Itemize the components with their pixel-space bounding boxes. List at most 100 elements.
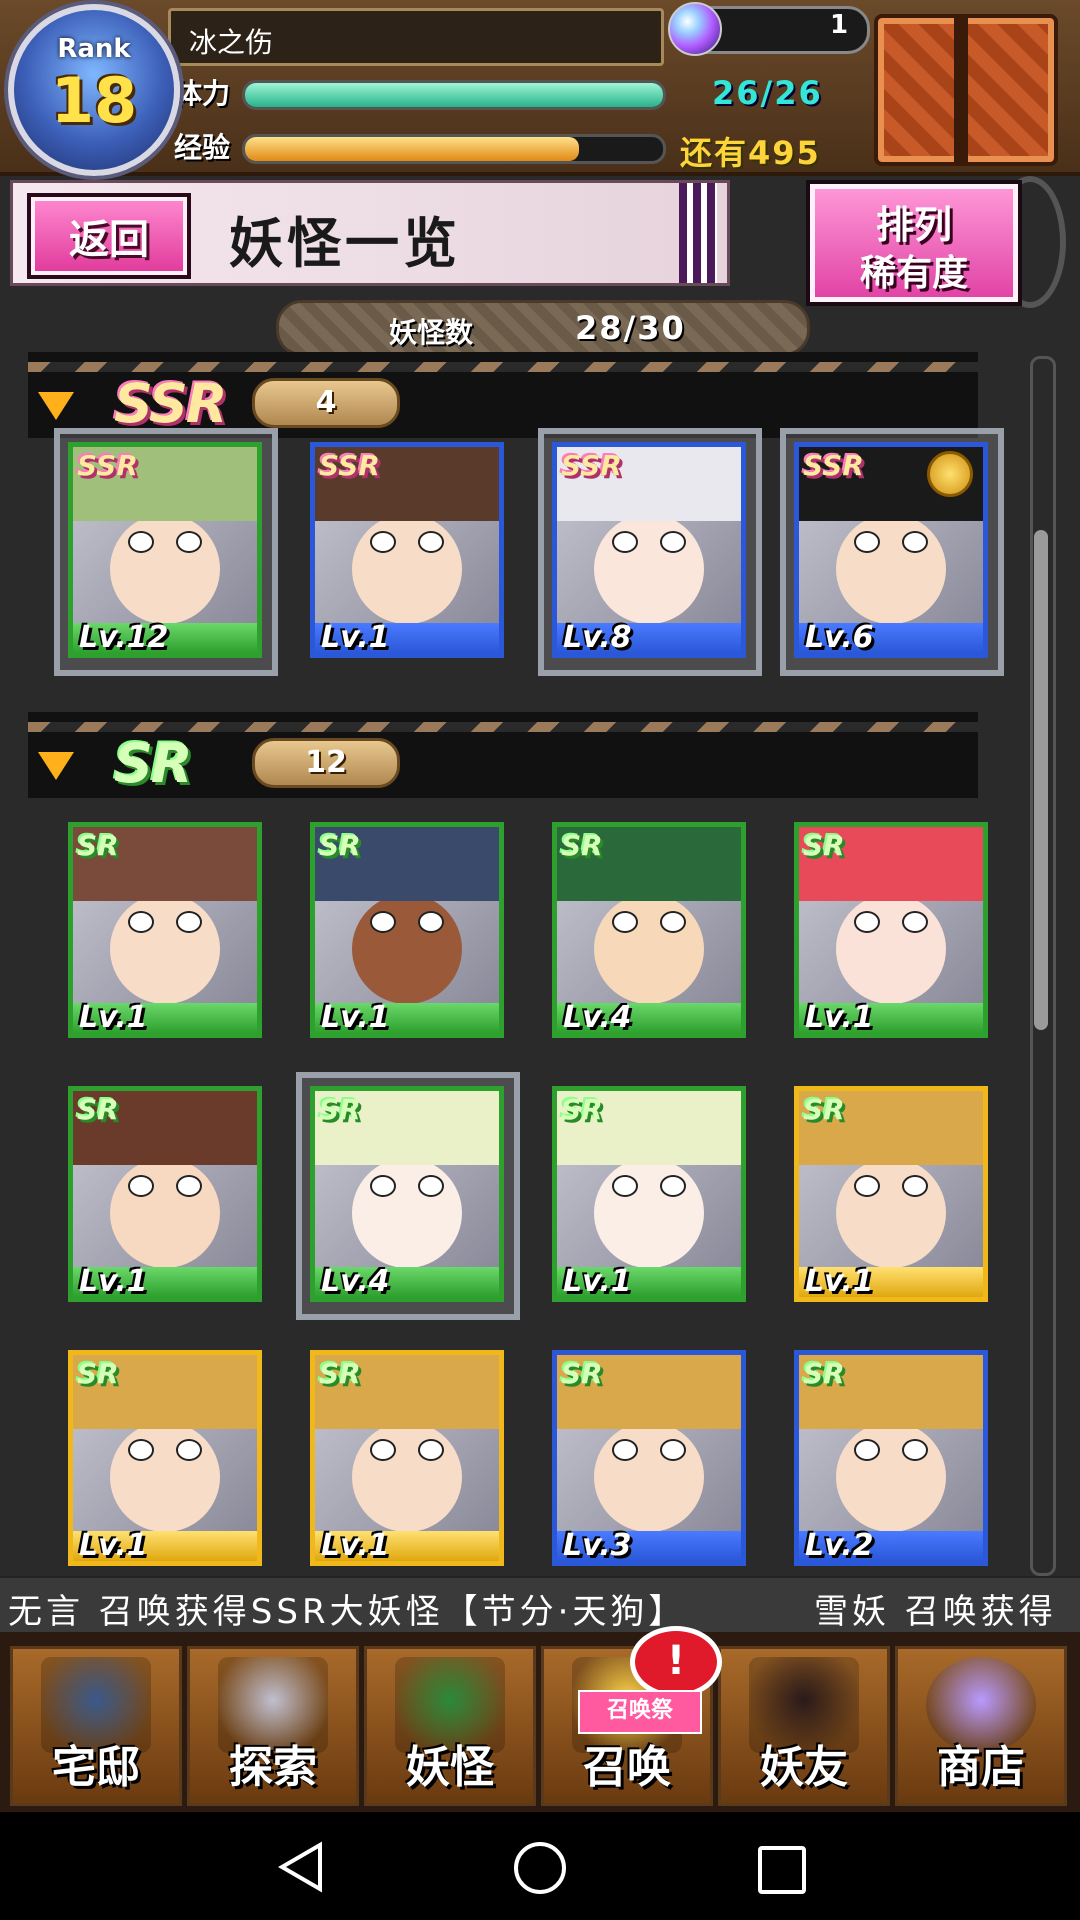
monster-face — [594, 513, 704, 624]
card-rarity-tag: SR — [319, 829, 361, 862]
back-button[interactable]: 返回 — [27, 193, 191, 279]
player-name-box: 冰之伤 — [168, 8, 664, 66]
monster-face — [352, 1421, 462, 1532]
section-header-ssr[interactable]: SSR 4 — [28, 352, 978, 438]
monster-list[interactable]: SSR 4 SSR Lv.12 SSR Lv.1 SSR Lv.8 SSR Lv.6 SR 12 SR L… — [0, 352, 1040, 1572]
sort-button-label: 排列 — [875, 203, 952, 247]
card-level: Lv.1 — [79, 1528, 148, 1563]
title-bar: 返回 妖怪一览 — [10, 180, 730, 286]
monster-card[interactable]: SSR Lv.12 — [68, 442, 262, 658]
section-count: 12 — [305, 745, 347, 780]
orb-count: 1 — [830, 10, 849, 40]
exp-track — [242, 134, 666, 164]
nav-item-scroll[interactable]: 妖怪 — [364, 1646, 536, 1806]
card-level: Lv.1 — [563, 1264, 632, 1299]
nav-item-label: 妖怪 — [406, 1742, 494, 1793]
monster-card[interactable]: SR Lv.1 — [794, 822, 988, 1038]
monster-card[interactable]: SR Lv.1 — [552, 1086, 746, 1302]
player-name: 冰之伤 — [189, 26, 274, 59]
monster-card[interactable]: SSR Lv.8 — [552, 442, 746, 658]
card-level: Lv.1 — [805, 1264, 874, 1299]
monster-card[interactable]: SR Lv.3 — [552, 1350, 746, 1566]
card-level: Lv.4 — [563, 1000, 632, 1035]
orb-icon — [668, 2, 722, 56]
nav-item-magnifier[interactable]: 探索 — [187, 1646, 359, 1806]
nav-item-label: 妖友 — [760, 1742, 848, 1793]
stamina-track — [242, 80, 666, 110]
monster-count-label: 妖怪数 — [389, 316, 474, 349]
monster-face — [836, 1421, 946, 1532]
exp-label: 经验 — [174, 131, 231, 164]
card-rarity-tag: SR — [803, 829, 845, 862]
top-hud: Rank 18 冰之伤 1 体力 26/26 经验 还有495 — [0, 0, 1080, 176]
monster-card[interactable]: SR Lv.1 — [68, 1350, 262, 1566]
monster-count-pill: 妖怪数 28/30 — [276, 300, 810, 356]
system-back-icon[interactable] — [276, 1841, 322, 1893]
section-count-badge: 4 — [252, 378, 400, 428]
monster-card[interactable]: SR Lv.1 — [794, 1086, 988, 1302]
monster-card[interactable]: SR Lv.1 — [68, 1086, 262, 1302]
monster-face — [352, 513, 462, 624]
title-stripe-decoration — [679, 183, 717, 283]
collapse-arrow-icon[interactable] — [38, 752, 74, 780]
card-rarity-tag: SR — [77, 1357, 119, 1390]
collapse-arrow-icon[interactable] — [38, 392, 74, 420]
alert-icon: ! — [630, 1626, 722, 1698]
monster-card[interactable]: SR Lv.4 — [552, 822, 746, 1038]
monster-face — [110, 1421, 220, 1532]
monster-face — [352, 1157, 462, 1268]
stamina-fill — [245, 83, 663, 107]
exp-fill — [245, 137, 580, 161]
nav-item-friend[interactable]: 妖友 — [718, 1646, 890, 1806]
monster-card[interactable]: SSR Lv.6 — [794, 442, 988, 658]
monster-card[interactable]: SR Lv.2 — [794, 1350, 988, 1566]
section-header-sr[interactable]: SR 12 — [28, 712, 978, 798]
stamina-bar: 体力 — [166, 74, 666, 110]
ticker-message-2: 雪妖 召唤获得 — [814, 1592, 1057, 1632]
system-recents-icon[interactable] — [758, 1846, 806, 1894]
stamina-value: 26/26 — [712, 74, 823, 112]
monster-face — [352, 893, 462, 1004]
monster-face — [836, 1157, 946, 1268]
monster-card[interactable]: SR Lv.1 — [68, 822, 262, 1038]
nav-item-crystal-ball[interactable]: 商店 — [895, 1646, 1067, 1806]
card-level: Lv.2 — [805, 1528, 874, 1563]
monster-face — [110, 513, 220, 624]
card-level: Lv.1 — [321, 1000, 390, 1035]
ticker-message-1: 无言 召唤获得SSR大妖怪【节分·天狗】 — [8, 1592, 687, 1632]
nav-item-label: 宅邸 — [52, 1742, 140, 1793]
system-home-icon[interactable] — [514, 1842, 566, 1894]
sort-button[interactable]: 排列 稀有度 — [806, 180, 1022, 306]
monster-face — [594, 893, 704, 1004]
rank-badge[interactable]: Rank 18 — [8, 4, 180, 176]
card-level: Lv.1 — [321, 1528, 390, 1563]
nav-item-label: 商店 — [937, 1742, 1025, 1793]
page-title: 妖怪一览 — [229, 212, 461, 275]
card-rarity-tag: SR — [319, 1357, 361, 1390]
card-rarity-tag: SR — [803, 1093, 845, 1126]
system-nav-bar — [0, 1812, 1080, 1920]
card-level: Lv.3 — [563, 1528, 632, 1563]
monster-card[interactable]: SR Lv.4 — [310, 1086, 504, 1302]
exp-bar: 经验 — [166, 128, 666, 164]
card-rarity-tag: SSR — [77, 449, 138, 482]
alert-mark: ! — [666, 1638, 686, 1684]
card-rarity-tag: SR — [561, 1357, 603, 1390]
monster-card[interactable]: SR Lv.1 — [310, 1350, 504, 1566]
rarity-label: SSR — [114, 372, 227, 435]
monster-card[interactable]: SR Lv.1 — [310, 822, 504, 1038]
rank-value: 18 — [50, 64, 138, 137]
monster-card[interactable]: SSR Lv.1 — [310, 442, 504, 658]
monster-face — [110, 1157, 220, 1268]
scrollbar-thumb[interactable] — [1034, 530, 1048, 1030]
section-count: 4 — [315, 385, 337, 420]
nav-item-label: 召唤 — [583, 1742, 671, 1793]
gift-box-icon[interactable] — [874, 14, 1058, 166]
summon-festival-badge: 召唤祭 — [578, 1690, 702, 1734]
rarity-label: SR — [114, 732, 192, 795]
nav-item-house[interactable]: 宅邸 — [10, 1646, 182, 1806]
rank-label: Rank — [57, 34, 131, 64]
monster-face — [110, 893, 220, 1004]
card-rarity-tag: SSR — [561, 449, 622, 482]
monster-face — [594, 1421, 704, 1532]
